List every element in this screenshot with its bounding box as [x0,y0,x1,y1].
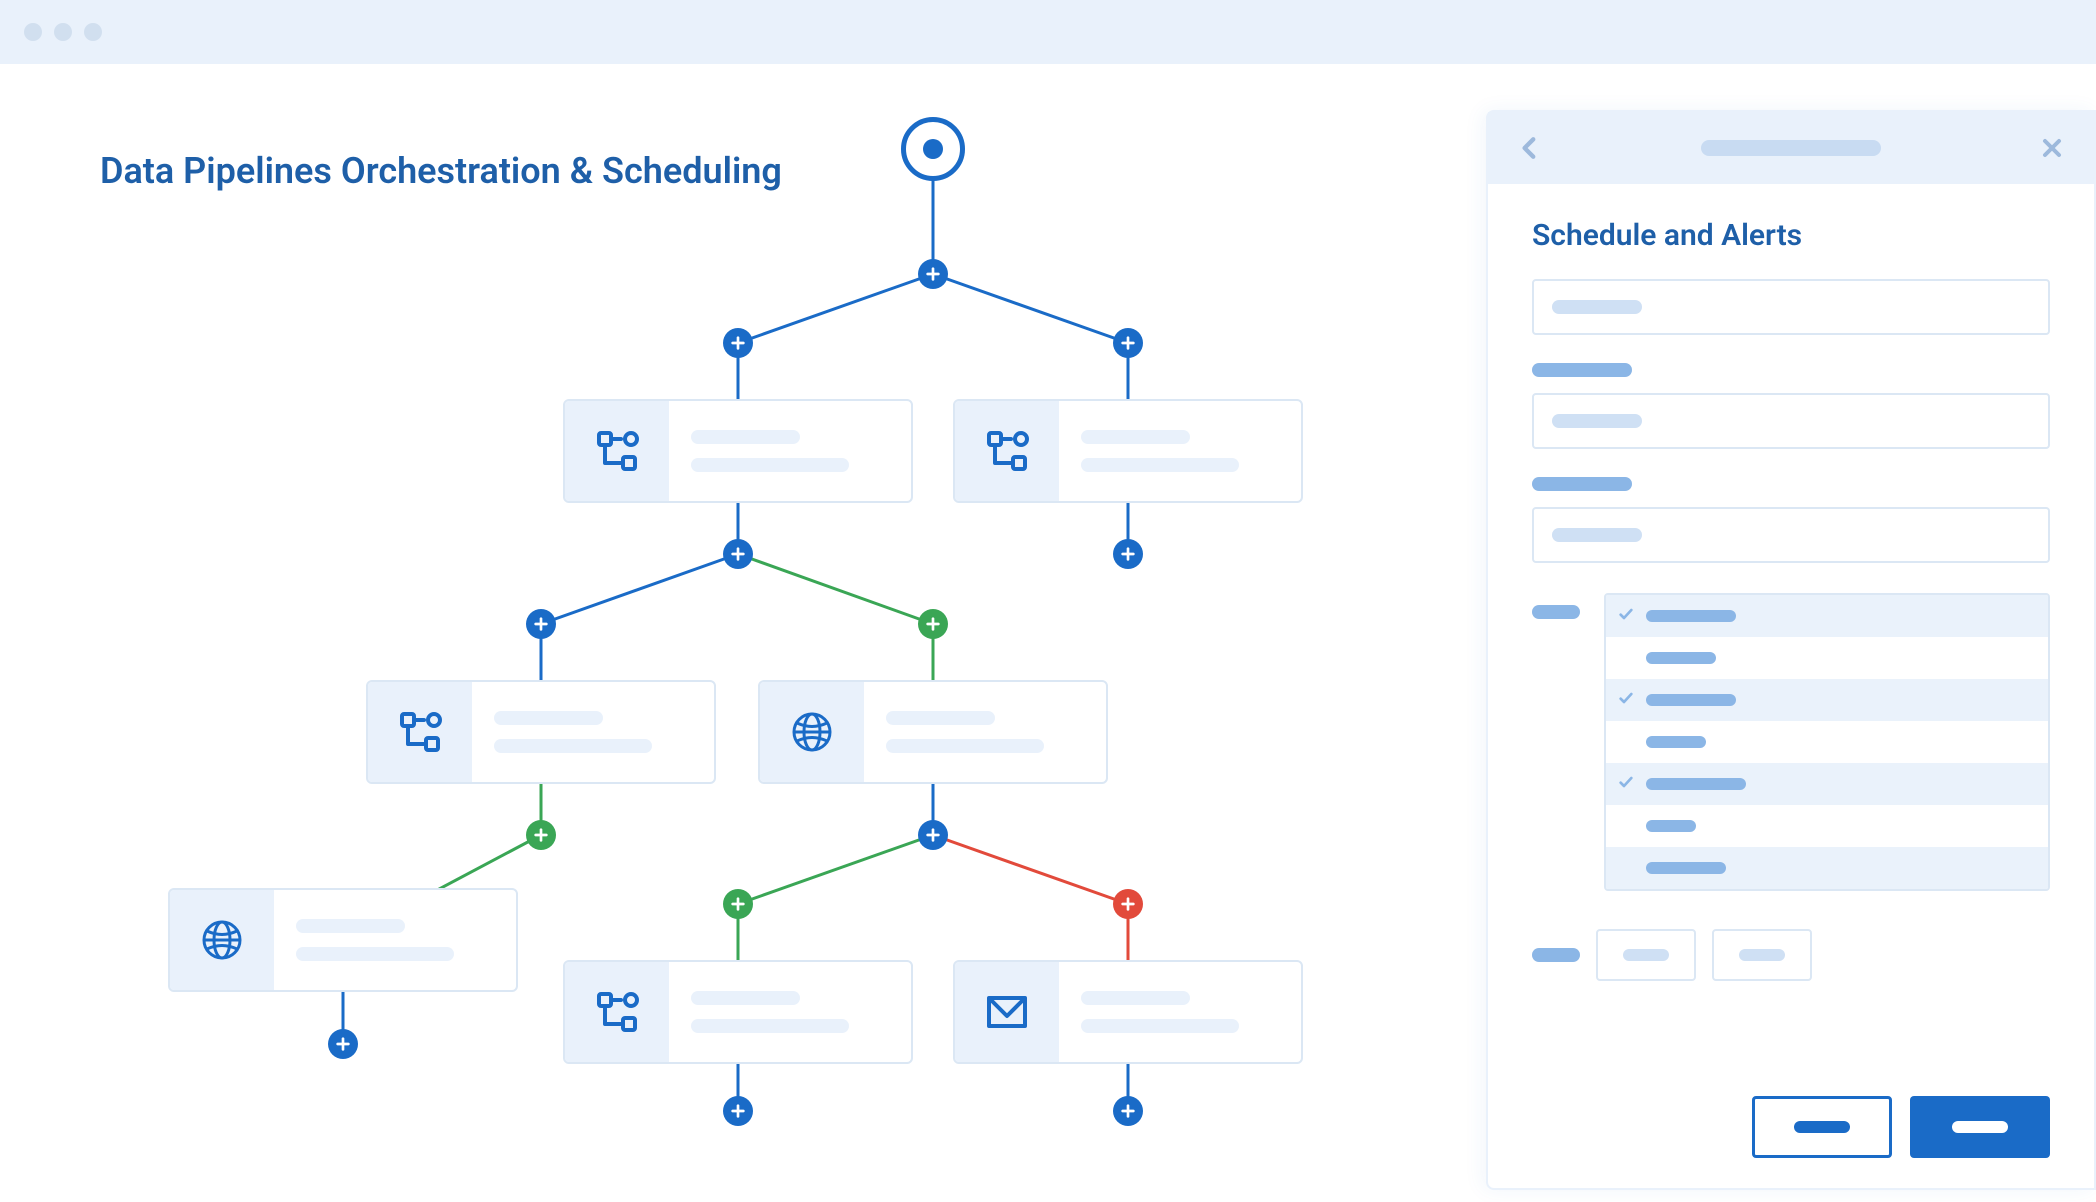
save-button[interactable] [1910,1096,2050,1158]
checklist-item[interactable] [1606,721,2048,763]
checklist-item-label-placeholder [1646,778,1746,790]
checklist-item-label-placeholder [1646,820,1696,832]
task-card[interactable] [366,680,716,784]
side-panel: Schedule and Alerts [1486,110,2096,1190]
add-node-button[interactable] [1113,889,1143,919]
task-card-body [1059,962,1301,1062]
task-subtitle-placeholder [1081,458,1239,472]
task-title-placeholder [494,711,603,725]
task-card-body [669,962,911,1062]
chip-button-2[interactable] [1712,929,1812,981]
task-subtitle-placeholder [691,458,849,472]
checklist-item-label-placeholder [1646,652,1716,664]
side-panel-header [1488,112,2094,184]
browser-chrome [0,0,2096,64]
task-title-placeholder [296,919,405,933]
side-panel-header-title-placeholder [1701,140,1881,156]
task-card[interactable] [953,399,1303,503]
add-node-button[interactable] [723,889,753,919]
checklist-item[interactable] [1606,847,2048,889]
branch-icon [955,401,1059,501]
checklist[interactable] [1604,593,2050,891]
checklist-item[interactable] [1606,637,2048,679]
task-card[interactable] [563,960,913,1064]
task-title-placeholder [1081,430,1190,444]
task-card-body [864,682,1106,782]
add-node-button[interactable] [526,609,556,639]
add-node-button[interactable] [723,539,753,569]
checklist-label [1532,605,1580,619]
form-input-1[interactable] [1532,279,2050,335]
globe-icon [760,682,864,782]
task-subtitle-placeholder [296,947,454,961]
task-card[interactable] [953,960,1303,1064]
side-panel-body: Schedule and Alerts [1488,184,2094,1188]
form-input-3[interactable] [1532,507,2050,563]
branch-icon [368,682,472,782]
add-node-button[interactable] [1113,1096,1143,1126]
globe-icon [170,890,274,990]
task-title-placeholder [1081,991,1190,1005]
add-node-button[interactable] [723,328,753,358]
task-title-placeholder [691,430,800,444]
task-card-body [669,401,911,501]
branch-icon [565,401,669,501]
back-button[interactable] [1512,130,1548,166]
add-node-button[interactable] [918,609,948,639]
task-card[interactable] [758,680,1108,784]
chip-button-1[interactable] [1596,929,1696,981]
task-card-body [274,890,516,990]
add-node-button[interactable] [918,259,948,289]
close-button[interactable] [2034,130,2070,166]
task-subtitle-placeholder [886,739,1044,753]
task-card[interactable] [563,399,913,503]
add-node-button[interactable] [918,820,948,850]
root-node[interactable] [901,117,965,181]
add-node-button[interactable] [328,1029,358,1059]
task-subtitle-placeholder [691,1019,849,1033]
form-label-2 [1532,477,1632,491]
form-input-2[interactable] [1532,393,2050,449]
task-title-placeholder [886,711,995,725]
traffic-light-close-icon [24,23,42,41]
add-node-button[interactable] [526,820,556,850]
branch-icon [565,962,669,1062]
checklist-item[interactable] [1606,595,2048,637]
checklist-item-label-placeholder [1646,736,1706,748]
task-card-body [472,682,714,782]
checklist-item-label-placeholder [1646,610,1736,622]
checklist-item-label-placeholder [1646,862,1726,874]
cancel-button[interactable] [1752,1096,1892,1158]
form-label-1 [1532,363,1632,377]
button-row-label [1532,948,1580,962]
add-node-button[interactable] [1113,328,1143,358]
task-subtitle-placeholder [1081,1019,1239,1033]
task-title-placeholder [691,991,800,1005]
task-card[interactable] [168,888,518,992]
checklist-item[interactable] [1606,763,2048,805]
check-icon [1618,774,1634,795]
checklist-item[interactable] [1606,805,2048,847]
panel-section-title: Schedule and Alerts [1532,218,2050,253]
pipeline-canvas[interactable] [0,64,1480,1202]
traffic-light-expand-icon [84,23,102,41]
check-icon [1618,690,1634,711]
checklist-item-label-placeholder [1646,694,1736,706]
task-subtitle-placeholder [494,739,652,753]
task-card-body [1059,401,1301,501]
traffic-light-minimize-icon [54,23,72,41]
checklist-item[interactable] [1606,679,2048,721]
add-node-button[interactable] [723,1096,753,1126]
check-icon [1618,606,1634,627]
mail-icon [955,962,1059,1062]
add-node-button[interactable] [1113,539,1143,569]
